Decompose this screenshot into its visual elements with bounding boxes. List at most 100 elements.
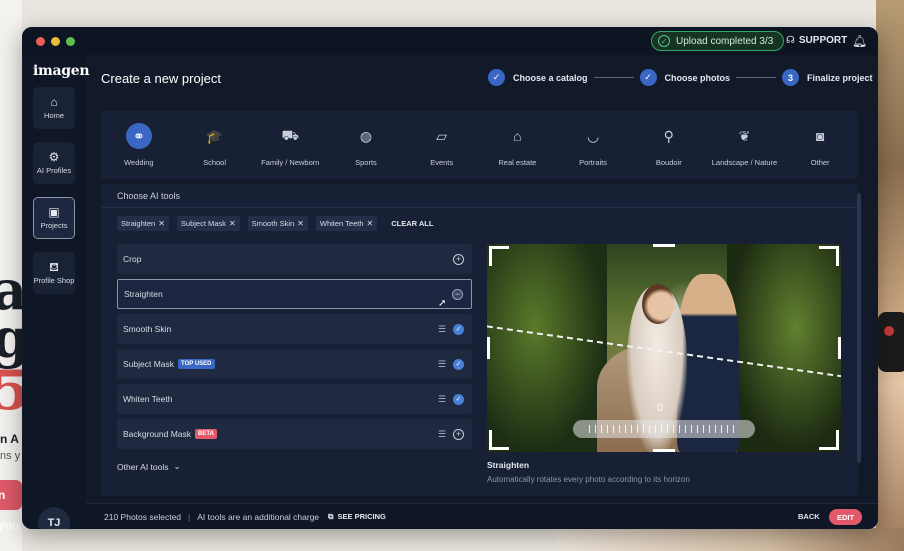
crop-corner-handle[interactable] — [489, 430, 509, 450]
category-events[interactable]: ▱ Events — [404, 111, 480, 179]
category-sports[interactable]: ◍ Sports — [328, 111, 404, 179]
rotation-slider[interactable] — [573, 420, 755, 438]
progress-stepper: ✓ Choose a catalog ✓ Choose photos 3 Fin… — [488, 69, 873, 86]
tool-row-crop[interactable]: Crop + — [117, 244, 472, 274]
category-family-newborn[interactable]: ⛟ Family / Newborn — [252, 111, 328, 179]
tool-row-background-mask[interactable]: Background Mask BETA ☰ + — [117, 419, 472, 449]
step-label: Choose photos — [664, 72, 731, 83]
external-link-icon: ⧉ — [328, 511, 334, 521]
crop-corner-handle[interactable] — [819, 430, 839, 450]
camera-image — [878, 312, 904, 372]
minimize-window-button[interactable] — [51, 37, 60, 46]
category-label: Other — [810, 158, 830, 167]
close-icon[interactable]: ✕ — [229, 219, 236, 228]
ticket-icon: ▱ — [436, 127, 448, 144]
see-pricing-label: SEE PRICING — [337, 512, 386, 521]
imagen-logo[interactable]: imagen — [33, 63, 90, 79]
rotation-angle-value: 0 — [657, 402, 664, 414]
step-connector — [593, 77, 634, 78]
category-label: Events — [430, 158, 454, 167]
category-label: School — [203, 158, 227, 167]
step-choose-catalog: ✓ Choose a catalog — [488, 69, 588, 86]
minus-circle-icon[interactable]: − — [452, 288, 463, 300]
chip-label: Straighten — [121, 219, 156, 228]
chip-straighten[interactable]: Straighten ✕ — [117, 216, 169, 231]
settings-sliders-icon[interactable]: ☰ — [438, 359, 446, 370]
support-button[interactable]: ☊ SUPPORT — [786, 35, 847, 46]
chip-label: Smooth Skin — [251, 219, 295, 228]
category-landscape-nature[interactable]: ❦ Landscape / Nature — [707, 111, 783, 179]
settings-sliders-icon[interactable]: ☰ — [438, 429, 446, 440]
back-button[interactable]: BACK — [798, 512, 820, 521]
sidebar-item-projects[interactable]: ▣ Projects — [33, 197, 75, 239]
top-used-badge: TOP USED — [178, 359, 215, 369]
tool-name: Whiten Teeth — [123, 394, 173, 404]
crop-edge-handle[interactable] — [838, 337, 841, 359]
plus-circle-icon[interactable]: + — [453, 253, 464, 265]
background-text-fragment: n A — [0, 432, 19, 446]
check-icon: ✓ — [488, 69, 505, 86]
close-icon[interactable]: ✕ — [367, 219, 374, 228]
step-label: Choose a catalog — [513, 72, 588, 83]
category-wedding[interactable]: ⚭ Wedding — [101, 111, 177, 179]
crop-edge-handle[interactable] — [653, 449, 675, 452]
ai-tools-panel: Choose AI tools Straighten ✕ Subject Mas… — [101, 184, 858, 496]
tool-row-straighten[interactable]: Straighten − — [117, 279, 472, 309]
crop-corner-handle[interactable] — [489, 246, 509, 266]
crop-corner-handle[interactable] — [819, 246, 839, 266]
tool-row-subject-mask[interactable]: Subject Mask TOP USED ☰ ✓ — [117, 349, 472, 379]
chip-subject-mask[interactable]: Subject Mask ✕ — [176, 216, 240, 231]
category-boudoir[interactable]: ⚲ Boudoir — [631, 111, 707, 179]
panel-scrollbar[interactable] — [857, 193, 861, 463]
tool-row-smooth-skin[interactable]: Smooth Skin ☰ ✓ — [117, 314, 472, 344]
upload-status-pill[interactable]: ✓ Upload completed 3/3 — [651, 31, 785, 51]
avatar[interactable]: TJ — [38, 507, 70, 529]
graduation-cap-icon: 🎓 — [205, 127, 224, 144]
building-icon: ⌂ — [513, 128, 522, 144]
beta-badge: BETA — [195, 429, 217, 439]
see-pricing-link[interactable]: ⧉ SEE PRICING — [328, 512, 386, 522]
plus-circle-icon[interactable]: + — [453, 428, 464, 440]
bell-icon[interactable]: 🔔︎ — [852, 34, 867, 48]
tool-name: Background Mask — [123, 429, 192, 439]
tool-name: Straighten — [124, 289, 163, 299]
category-portraits[interactable]: ◡ Portraits — [555, 111, 631, 179]
category-real-estate[interactable]: ⌂ Real estate — [480, 111, 556, 179]
check-circle-icon[interactable]: ✓ — [453, 393, 464, 405]
edit-button[interactable]: EDIT — [829, 509, 862, 525]
tool-name: Smooth Skin — [123, 324, 172, 334]
close-icon[interactable]: ✕ — [297, 219, 304, 228]
title-bar: ✓ Upload completed 3/3 ☊ SUPPORT 🔔︎ — [22, 27, 878, 55]
headset-icon: ☊ — [786, 35, 795, 46]
chip-whiten-teeth[interactable]: Whiten Teeth ✕ — [315, 216, 378, 231]
sidebar-item-home[interactable]: ⌂ Home — [33, 87, 75, 129]
mirror-icon: ⚲ — [663, 127, 674, 144]
category-label: Portraits — [579, 158, 608, 167]
settings-sliders-icon[interactable]: ☰ — [438, 394, 446, 405]
window-controls — [36, 37, 75, 46]
camera-icon: ◙ — [815, 128, 825, 144]
close-icon[interactable]: ✕ — [158, 219, 165, 228]
chevron-down-icon: ⌄ — [173, 461, 181, 471]
sidebar-item-profile-shop[interactable]: ⛾ Profile Shop — [33, 252, 75, 294]
other-ai-tools-toggle[interactable]: Other AI tools ⌄ — [117, 461, 181, 472]
check-circle-icon[interactable]: ✓ — [453, 323, 464, 335]
chip-label: Whiten Teeth — [319, 219, 364, 228]
crop-edge-handle[interactable] — [487, 337, 490, 359]
chip-smooth-skin[interactable]: Smooth Skin ✕ — [247, 216, 308, 231]
crop-edge-handle[interactable] — [653, 244, 675, 247]
check-circle-icon[interactable]: ✓ — [453, 358, 464, 370]
tool-row-whiten-teeth[interactable]: Whiten Teeth ☰ ✓ — [117, 384, 472, 414]
separator: | — [188, 511, 191, 522]
sidebar-item-ai-profiles[interactable]: ⚙ AI Profiles — [33, 142, 75, 184]
footer-bar: 210 Photos selected | AI tools are an ad… — [86, 503, 878, 529]
category-school[interactable]: 🎓 School — [177, 111, 253, 179]
close-window-button[interactable] — [36, 37, 45, 46]
maximize-window-button[interactable] — [66, 37, 75, 46]
clear-all-button[interactable]: CLEAR ALL — [391, 219, 433, 228]
charge-note: AI tools are an additional charge — [197, 511, 320, 522]
page-title: Create a new project — [101, 71, 221, 86]
settings-sliders-icon[interactable]: ☰ — [438, 324, 446, 335]
sidebar: imagen ⌂ Home ⚙ AI Profiles ▣ Projects ⛾… — [22, 55, 90, 529]
category-other[interactable]: ◙ Other — [782, 111, 858, 179]
